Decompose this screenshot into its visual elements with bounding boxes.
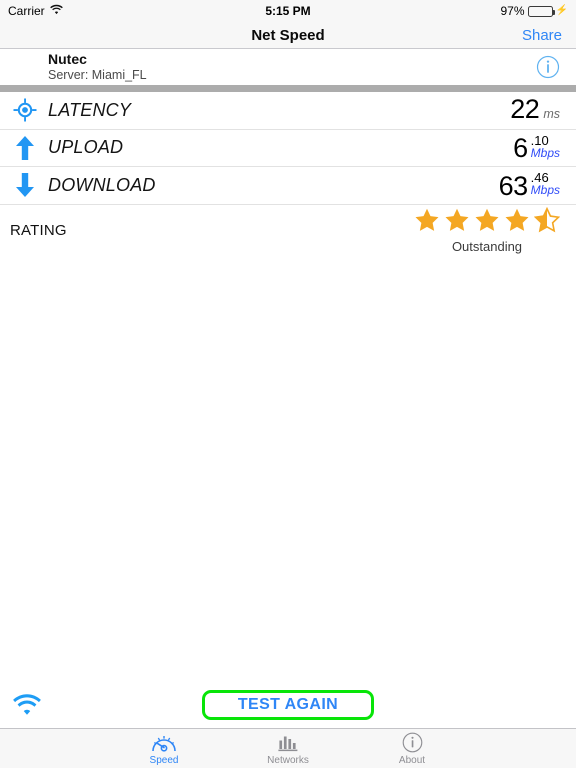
metric-value-latency: 22 ms [510,94,560,125]
server-name: Nutec [48,51,87,68]
bar-chart-icon [277,732,299,754]
tab-about[interactable]: About [376,732,448,766]
star-icon [414,207,440,238]
metric-row-upload: UPLOAD 6 .10 Mbps [0,130,576,167]
battery-icon [527,5,555,17]
lightning-bolt-icon: ⚡ [555,5,568,16]
arrow-down-icon [10,172,40,198]
server-info: Nutec Server: Miami_FL [48,51,147,82]
star-icon [504,207,530,238]
section-divider-bar [0,85,576,92]
tab-label-networks: Networks [267,754,309,766]
carrier-label: Carrier [8,4,45,18]
rating-word: Outstanding [451,239,523,254]
rating-row: RATING Outstanding [0,205,576,257]
metric-row-download: DOWNLOAD 63 .46 Mbps [0,167,576,205]
tab-label-about: About [398,754,426,766]
upload-value: 6 [513,133,528,163]
tab-networks[interactable]: Networks [252,732,324,766]
tab-speed[interactable]: Speed [128,732,200,766]
metrics-list: LATENCY 22 ms UPLOAD 6 .10 Mbps DOWNLOAD… [0,92,576,205]
arrow-up-icon [10,135,40,161]
tab-bar: Speed Networks About [0,728,576,768]
test-again-label: TEST AGAIN [237,696,339,713]
info-circle-icon [402,732,423,754]
app-screen: Carrier 5:15 PM 97% ⚡ Net Speed Share Nu… [0,0,576,768]
crosshair-target-icon [10,98,40,122]
tab-label-speed: Speed [149,754,179,766]
wifi-icon [49,4,63,18]
status-bar-right: 97% ⚡ [383,4,568,18]
server-detail: Server: Miami_FL [48,67,147,82]
nav-bar: Net Speed Share [0,22,576,49]
metric-label-download: DOWNLOAD [48,174,156,195]
status-bar-left: Carrier [8,4,193,18]
latency-unit: ms [543,107,560,122]
metric-label-upload: UPLOAD [48,137,124,158]
share-button[interactable]: Share [522,27,562,44]
latency-value: 22 [510,94,540,125]
metric-label-latency: LATENCY [48,99,132,120]
metric-row-latency: LATENCY 22 ms [0,92,576,130]
rating-display: Outstanding [414,206,561,254]
action-bar: TEST AGAIN [0,682,576,728]
page-title: Net Speed [251,26,325,44]
wifi-icon[interactable] [12,692,42,718]
test-again-button[interactable]: TEST AGAIN [202,690,374,720]
metric-value-upload: 6 .10 Mbps [513,134,560,162]
download-unit: Mbps [530,183,560,198]
status-bar: Carrier 5:15 PM 97% ⚡ [0,0,576,22]
star-icon [444,207,470,238]
info-circle-icon[interactable] [536,55,560,79]
battery-percent-label: 97% [500,4,525,18]
star-rating [414,206,561,238]
star-icon [474,207,500,238]
clock-time: 5:15 PM [265,4,311,18]
download-value: 63 [498,170,529,201]
upload-decimal: .10 [530,132,549,148]
upload-unit: Mbps [530,145,560,160]
speedometer-icon [151,732,177,754]
star-icon [533,206,561,238]
metric-value-download: 63 .46 Mbps [499,171,560,199]
rating-label: RATING [10,222,67,239]
server-header: Nutec Server: Miami_FL [0,49,576,85]
